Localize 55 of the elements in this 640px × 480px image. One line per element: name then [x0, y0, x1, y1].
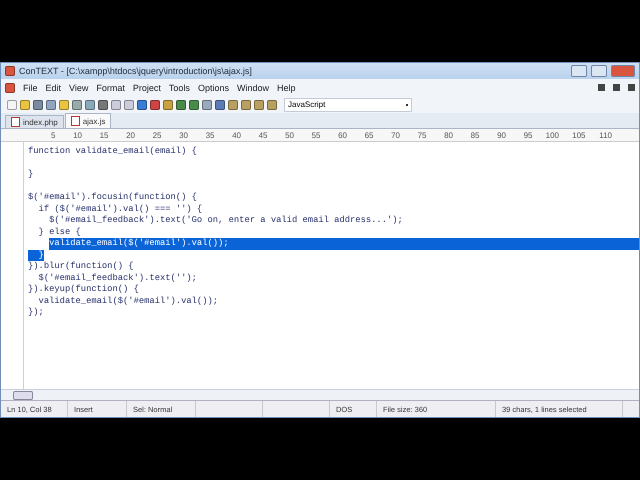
code-text: $('#email_feedback').text('Go on, enter a valid email address...');: [48, 215, 403, 226]
language-dropdown[interactable]: JavaScript: [284, 98, 412, 112]
ruler-number: 35: [204, 130, 214, 140]
code-text: }: [28, 250, 44, 261]
code-text: $('#email_feedback').text('');: [38, 272, 197, 284]
ruler-number: 5: [50, 130, 56, 140]
menu-item[interactable]: Options: [198, 82, 229, 92]
ruler-number: 70: [390, 130, 400, 140]
code-text: $('#email').focusin(function() {: [28, 192, 197, 204]
menu-item[interactable]: File: [23, 82, 38, 92]
ruler-number: 110: [598, 130, 612, 140]
ruler-number: 105: [571, 130, 586, 140]
horizontal-scrollbar[interactable]: [1, 389, 639, 400]
code-text: if ($('#email').val() === '') {: [38, 204, 202, 215]
ruler-number: 15: [98, 130, 108, 140]
code-text: } else {: [38, 226, 81, 238]
file-icon: [11, 117, 20, 127]
menu-item[interactable]: View: [69, 82, 88, 92]
maximize-button[interactable]: [591, 65, 607, 77]
file-tab[interactable]: index.php: [5, 115, 64, 128]
ruler-number: 40: [231, 130, 241, 140]
ruler-number: 80: [443, 130, 453, 140]
scroll-thumb[interactable]: [13, 390, 33, 400]
code-text: }).blur(function() {: [28, 261, 134, 272]
file-tab[interactable]: ajax.js: [64, 113, 112, 128]
ruler-number: 60: [337, 130, 347, 140]
ruler-number: 45: [258, 130, 268, 140]
minimize-button[interactable]: [571, 65, 587, 77]
window-title: ConTEXT - [C:\xampp\htdocs\jquery\introduction\js\ajax.js]: [19, 66, 253, 76]
ruler-number: 30: [178, 130, 188, 140]
file-icon: [70, 116, 80, 126]
ruler-number: 10: [72, 130, 82, 140]
ruler-number: 50: [284, 130, 294, 140]
menu-item[interactable]: Project: [132, 82, 161, 92]
ruler-number: 90: [496, 130, 506, 140]
caret-icon: [406, 104, 408, 106]
code-text: validate_email($('#email').val());: [38, 296, 218, 307]
ruler-number: 55: [310, 130, 320, 140]
menu-item[interactable]: Help: [276, 82, 296, 92]
menu-item[interactable]: Tools: [168, 82, 190, 92]
ruler-number: 20: [125, 130, 135, 140]
ruler-number: 95: [522, 130, 532, 140]
ruler-number: 85: [470, 130, 480, 140]
ruler-number: 65: [364, 130, 374, 140]
menu-item[interactable]: Edit: [46, 82, 62, 92]
code-text: }).keyup(function() {: [28, 284, 139, 296]
menu-item[interactable]: Window: [236, 82, 269, 92]
code-text: function validate_email(email) {: [28, 146, 197, 158]
code-text: }: [28, 169, 34, 180]
code-text: });: [28, 307, 44, 318]
ruler-number: 75: [416, 130, 426, 140]
ruler-number: 25: [152, 130, 162, 140]
ruler-number: 100: [544, 130, 559, 140]
code-text: validate_email($('#email').val());: [49, 238, 229, 250]
menu-item[interactable]: Format: [96, 82, 125, 92]
